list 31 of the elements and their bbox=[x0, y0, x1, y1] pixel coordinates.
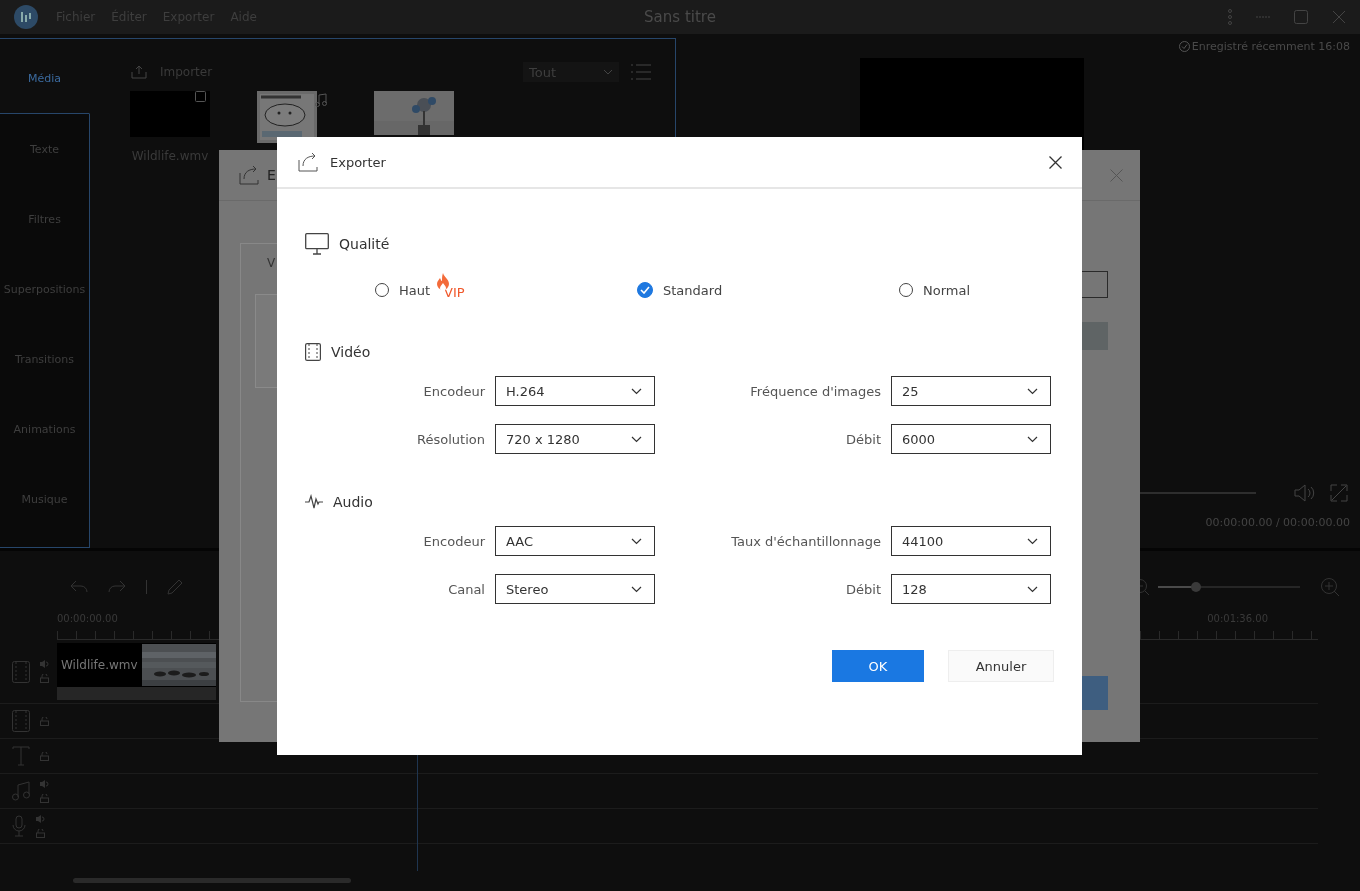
field-label: Débit bbox=[845, 581, 881, 597]
video-clip[interactable]: Wildlife.wmv bbox=[57, 643, 216, 700]
section-heading: Qualité bbox=[339, 236, 390, 252]
quality-option[interactable]: Standard bbox=[637, 268, 899, 304]
section-heading: Audio bbox=[333, 494, 373, 510]
dropdown[interactable]: 6000 bbox=[891, 424, 1051, 454]
save-status: Enregistré récemment 16:08 bbox=[1178, 40, 1350, 53]
quality-option[interactable]: Normal bbox=[899, 268, 1089, 304]
field-label: Encodeur bbox=[422, 383, 485, 399]
field-label: Encodeur bbox=[422, 533, 485, 549]
dialog-title: E bbox=[267, 167, 276, 183]
field-label: Canal bbox=[447, 581, 485, 597]
dropdown[interactable]: 128 bbox=[891, 574, 1051, 604]
dropdown[interactable]: H.264 bbox=[495, 376, 655, 406]
field-label: Taux d'échantillonnage bbox=[730, 533, 881, 549]
dropdown[interactable]: 25 bbox=[891, 376, 1051, 406]
tab-label[interactable]: V bbox=[267, 256, 276, 270]
vip-label: VIP bbox=[444, 285, 465, 300]
dropdown[interactable]: 44100 bbox=[891, 526, 1051, 556]
ok-button[interactable]: OK bbox=[832, 650, 924, 682]
quality-option[interactable]: Haut VIP bbox=[375, 268, 637, 304]
field-label: Résolution bbox=[416, 431, 485, 447]
field-label: Débit bbox=[845, 431, 881, 447]
dropdown[interactable]: AAC bbox=[495, 526, 655, 556]
dropdown[interactable]: 720 x 1280 bbox=[495, 424, 655, 454]
section-heading: Vidéo bbox=[331, 344, 371, 360]
dialog-title: Exporter bbox=[330, 154, 386, 170]
cancel-button[interactable]: Annuler bbox=[948, 650, 1054, 682]
field-label: Fréquence d'images bbox=[749, 383, 881, 399]
clip-name: Wildlife.wmv bbox=[60, 658, 139, 672]
dropdown[interactable]: Stereo bbox=[495, 574, 655, 604]
